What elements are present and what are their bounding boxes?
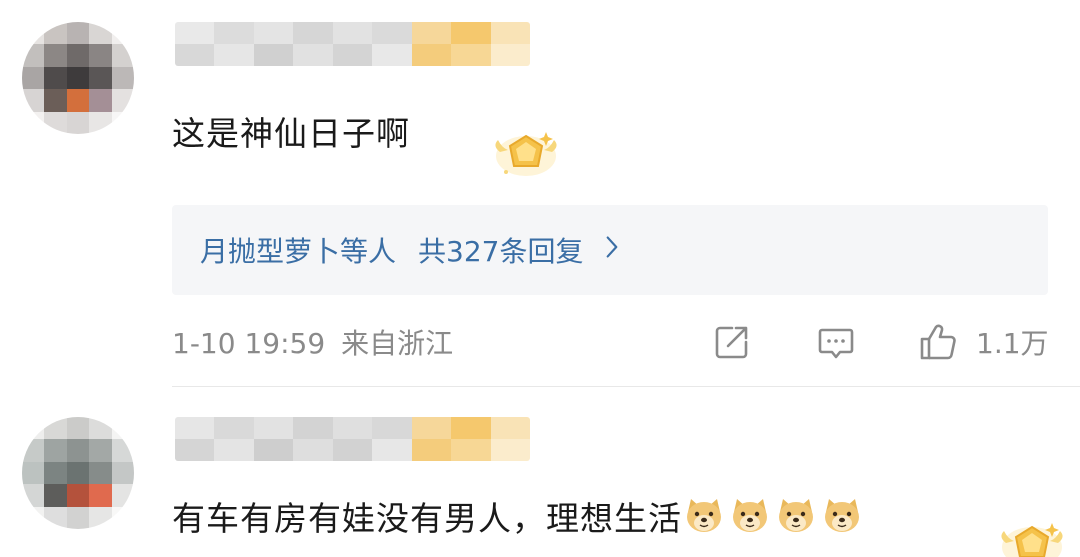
avatar[interactable]	[22, 417, 134, 529]
divider	[172, 386, 1080, 387]
reply-preview-names[interactable]: 月抛型萝卜等人	[200, 230, 396, 270]
comment-item: 有车有房有娃没有男人，理想生活	[0, 395, 1080, 557]
reply-preview[interactable]: 月抛型萝卜等人 共327条回复	[172, 205, 1048, 295]
doge-icon	[822, 496, 862, 534]
comment-time: 1-10 19:59	[172, 327, 326, 360]
comment-text-body: 有车有房有娃没有男人，理想生活	[172, 499, 682, 538]
share-icon	[715, 326, 748, 359]
username-blurred[interactable]	[175, 417, 530, 461]
comment-icon	[818, 328, 854, 359]
doge-icon	[730, 496, 770, 534]
thumbs-up-icon	[920, 324, 956, 360]
gold-badge-icon	[994, 513, 1070, 557]
reply-count[interactable]: 共327条回复	[418, 230, 583, 270]
like-button[interactable]: 1.1万	[918, 322, 1049, 362]
comment-text: 有车有房有娃没有男人，理想生活	[172, 492, 868, 540]
gold-badge-icon	[488, 122, 564, 182]
comment-meta: 1-10 19:59 来自浙江	[172, 322, 453, 362]
doge-icon	[776, 496, 816, 534]
comment-location: 来自浙江	[341, 327, 454, 360]
emoji-group	[684, 496, 868, 534]
doge-icon	[684, 496, 724, 534]
comment-text: 这是神仙日子啊	[172, 114, 410, 153]
chevron-right-icon	[605, 235, 619, 266]
reply-button[interactable]	[816, 322, 856, 362]
username-blurred[interactable]	[175, 22, 530, 66]
avatar[interactable]	[22, 22, 134, 134]
comment-item: 这是神仙日子啊 月抛型萝卜等人 共327条回复 1-10 19:59 来自浙江	[0, 0, 1080, 390]
share-button[interactable]	[712, 322, 752, 362]
like-count: 1.1万	[976, 327, 1049, 360]
